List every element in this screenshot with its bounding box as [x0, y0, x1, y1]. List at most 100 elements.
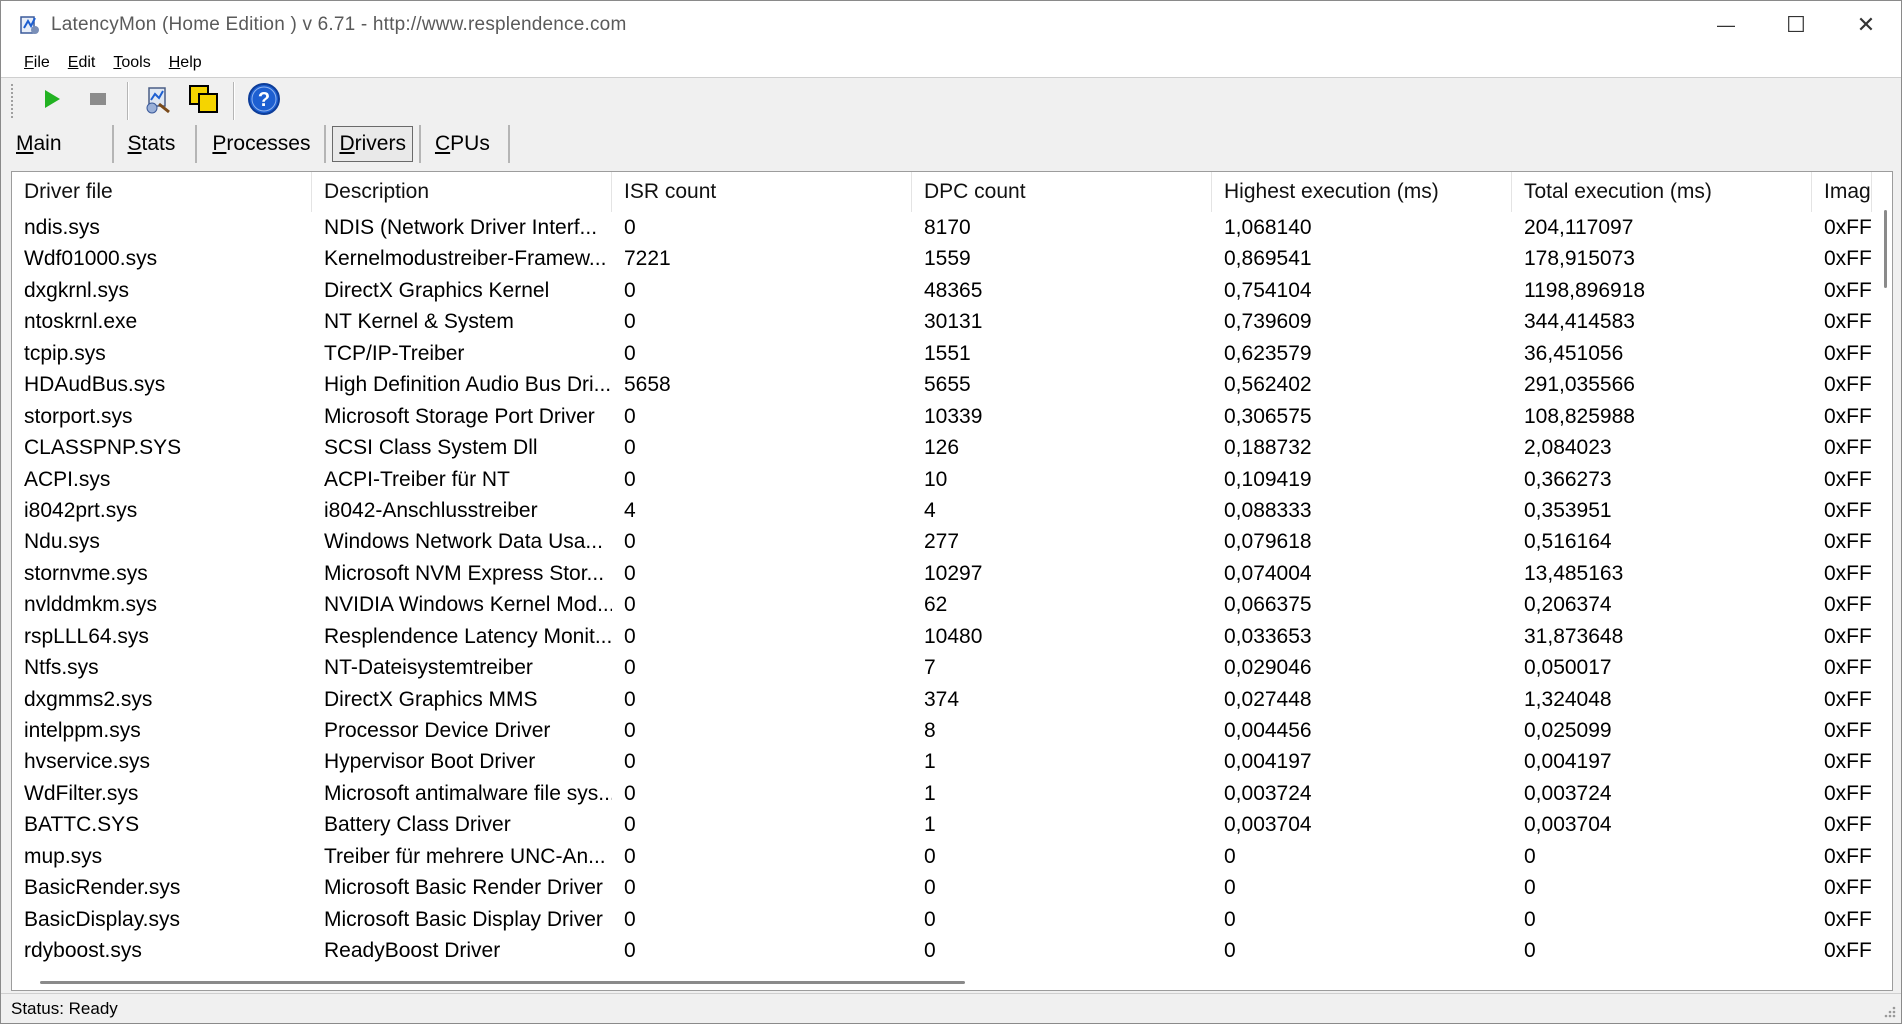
cell-total-execution: 2,084023 — [1524, 436, 1612, 460]
cell-image: 0xFF — [1824, 813, 1872, 837]
horizontal-scrollbar[interactable] — [12, 976, 1872, 988]
cell-dpc-count: 5655 — [924, 373, 971, 397]
cell-total-execution: 0,003704 — [1524, 813, 1612, 837]
column-header-driver-file[interactable]: Driver file — [12, 172, 312, 212]
cell-description: Kernelmodustreiber-Framew... — [324, 247, 607, 271]
table-row[interactable]: Ndu.sys Windows Network Data Usa... 0 277 0,… — [12, 526, 1872, 557]
horizontal-scroll-thumb[interactable] — [40, 981, 965, 984]
resize-grip-icon[interactable] — [1881, 1003, 1897, 1019]
menu-edit[interactable]: Edit — [59, 54, 105, 72]
table-row[interactable]: WdFilter.sys Microsoft antimalware file s… — [12, 778, 1872, 809]
table-row[interactable]: dxgkrnl.sys DirectX Graphics Kernel 0 48365… — [12, 275, 1872, 306]
column-header-highest-execution[interactable]: Highest execution (ms) — [1212, 172, 1512, 212]
cell-driver-file: hvservice.sys — [24, 750, 151, 774]
help-button[interactable]: ? — [245, 82, 283, 120]
table-row[interactable]: dxgmms2.sys DirectX Graphics MMS 0 374 0,027… — [12, 684, 1872, 715]
cell-highest-execution: 0 — [1224, 844, 1236, 868]
cell-driver-file: i8042prt.sys — [24, 498, 138, 522]
cell-dpc-count: 0 — [924, 939, 936, 963]
cell-isr-count: 7221 — [624, 247, 671, 271]
table-row[interactable]: intelppm.sys Processor Device Driver 0 8 0,0… — [12, 715, 1872, 746]
cell-image: 0xFF — [1824, 750, 1872, 774]
analyze-icon — [141, 82, 175, 121]
svg-text:?: ? — [258, 89, 270, 111]
cell-image: 0xFF — [1824, 530, 1872, 554]
table-row[interactable]: mup.sys Treiber für mehrere UNC-An... 0 0 0 0… — [12, 841, 1872, 872]
table-row[interactable]: BasicDisplay.sys Microsoft Basic Display … — [12, 904, 1872, 935]
cell-description: Microsoft Storage Port Driver — [324, 404, 595, 428]
table-row[interactable]: Ntfs.sys NT-Dateisystemtreiber 0 7 0,029046 0… — [12, 652, 1872, 683]
menu-file[interactable]: File — [15, 54, 59, 72]
tab-processes[interactable]: Processes — [197, 125, 327, 163]
cell-highest-execution: 0,079618 — [1224, 530, 1312, 554]
cell-image: 0xFF — [1824, 687, 1872, 711]
start-button[interactable] — [33, 82, 71, 120]
table-row[interactable]: ntoskrnl.exe NT Kernel & System 0 30131 0,73… — [12, 306, 1872, 337]
table-row[interactable]: Wdf01000.sys Kernelmodustreiber-Framew...… — [12, 243, 1872, 274]
table-row[interactable]: storport.sys Microsoft Storage Port Drive… — [12, 401, 1872, 432]
cell-dpc-count: 277 — [924, 530, 960, 554]
menu-help[interactable]: Help — [160, 54, 211, 72]
tab-drivers[interactable]: Drivers — [332, 126, 413, 162]
table-row[interactable]: stornvme.sys Microsoft NVM Express Stor..… — [12, 558, 1872, 589]
tab-main[interactable]: Main — [1, 125, 114, 163]
cell-total-execution: 291,035566 — [1524, 373, 1635, 397]
cell-driver-file: WdFilter.sys — [24, 781, 139, 805]
cell-driver-file: ntoskrnl.exe — [24, 310, 138, 334]
cell-total-execution: 108,825988 — [1524, 404, 1635, 428]
cell-image: 0xFF — [1824, 624, 1872, 648]
table-row[interactable]: ACPI.sys ACPI-Treiber für NT 0 10 0,109419 0,… — [12, 464, 1872, 495]
cell-description: TCP/IP-Treiber — [324, 341, 465, 365]
tab-cpus[interactable]: C PUs — [418, 125, 510, 163]
cell-isr-count: 0 — [624, 467, 636, 491]
table-row[interactable]: tcpip.sys TCP/IP-Treiber 0 1551 0,623579 36,4… — [12, 338, 1872, 369]
cell-description: Processor Device Driver — [324, 719, 551, 742]
cell-highest-execution: 0,029046 — [1224, 656, 1312, 680]
toolbar-grip[interactable] — [11, 84, 17, 118]
table-row[interactable]: i8042prt.sys i8042-Anschlusstreiber 4 4 0,08… — [12, 495, 1872, 526]
table-row[interactable]: CLASSPNP.SYS SCSI Class System Dll 0 126 0,1… — [12, 432, 1872, 463]
column-header-dpc-count[interactable]: DPC count — [912, 172, 1212, 212]
stop-button[interactable] — [79, 82, 117, 120]
cell-isr-count: 5658 — [624, 373, 671, 397]
table-row[interactable]: BasicRender.sys Microsoft Basic Render Dr… — [12, 872, 1872, 903]
cell-highest-execution: 0 — [1224, 939, 1236, 963]
menu-tools[interactable]: Tools — [104, 54, 159, 72]
cell-image: 0xFF — [1824, 876, 1872, 900]
table-row[interactable]: BATTC.SYS Battery Class Driver 0 1 0,003704 0… — [12, 809, 1872, 840]
table-row[interactable]: hvservice.sys Hypervisor Boot Driver 0 1 0,0… — [12, 746, 1872, 777]
copy-button[interactable] — [185, 82, 223, 120]
cell-description: NT Kernel & System — [324, 310, 514, 334]
minimize-button[interactable]: — — [1691, 1, 1761, 49]
cell-total-execution: 0 — [1524, 907, 1536, 931]
vertical-scrollbar[interactable] — [1882, 202, 1890, 972]
close-button[interactable]: ✕ — [1831, 1, 1901, 49]
table-row[interactable]: ndis.sys NDIS (Network Driver Interf... 0 8… — [12, 212, 1872, 243]
cell-isr-count: 0 — [624, 781, 636, 805]
cell-image: 0xFF — [1824, 593, 1872, 617]
column-header-total-execution[interactable]: Total execution (ms) — [1512, 172, 1812, 212]
tab-stats[interactable]: Stats — [114, 125, 198, 163]
menu-edit-label: dit — [78, 54, 96, 71]
table-row[interactable]: rspLLL64.sys Resplendence Latency Monit..… — [12, 621, 1872, 652]
cell-image: 0xFF — [1824, 247, 1872, 271]
app-window: LatencyMon (Home Edition ) v 6.71 - http… — [0, 0, 1902, 1024]
vertical-scroll-thumb[interactable] — [1884, 210, 1887, 288]
cell-driver-file: BasicRender.sys — [24, 876, 181, 900]
cell-image: 0xFF — [1824, 561, 1872, 585]
column-header-image[interactable]: Imag — [1812, 172, 1872, 212]
cell-image: 0xFF — [1824, 907, 1872, 931]
cell-total-execution: 0,353951 — [1524, 498, 1612, 522]
cell-driver-file: Wdf01000.sys — [24, 247, 158, 271]
maximize-button[interactable]: ☐ — [1761, 1, 1831, 49]
cell-total-execution: 0 — [1524, 876, 1536, 900]
column-header-isr-count[interactable]: ISR count — [612, 172, 912, 212]
table-row[interactable]: rdyboost.sys ReadyBoost Driver 0 0 0 0 0xFF — [12, 935, 1872, 966]
cell-highest-execution: 0,109419 — [1224, 467, 1312, 491]
column-header-description[interactable]: Description — [312, 172, 612, 212]
table-row[interactable]: HDAudBus.sys High Definition Audio Bus Dr… — [12, 369, 1872, 400]
cell-isr-count: 0 — [624, 687, 636, 711]
table-row[interactable]: nvlddmkm.sys NVIDIA Windows Kernel Mod...… — [12, 589, 1872, 620]
analyze-button[interactable] — [139, 82, 177, 120]
cell-highest-execution: 0,003724 — [1224, 781, 1312, 805]
